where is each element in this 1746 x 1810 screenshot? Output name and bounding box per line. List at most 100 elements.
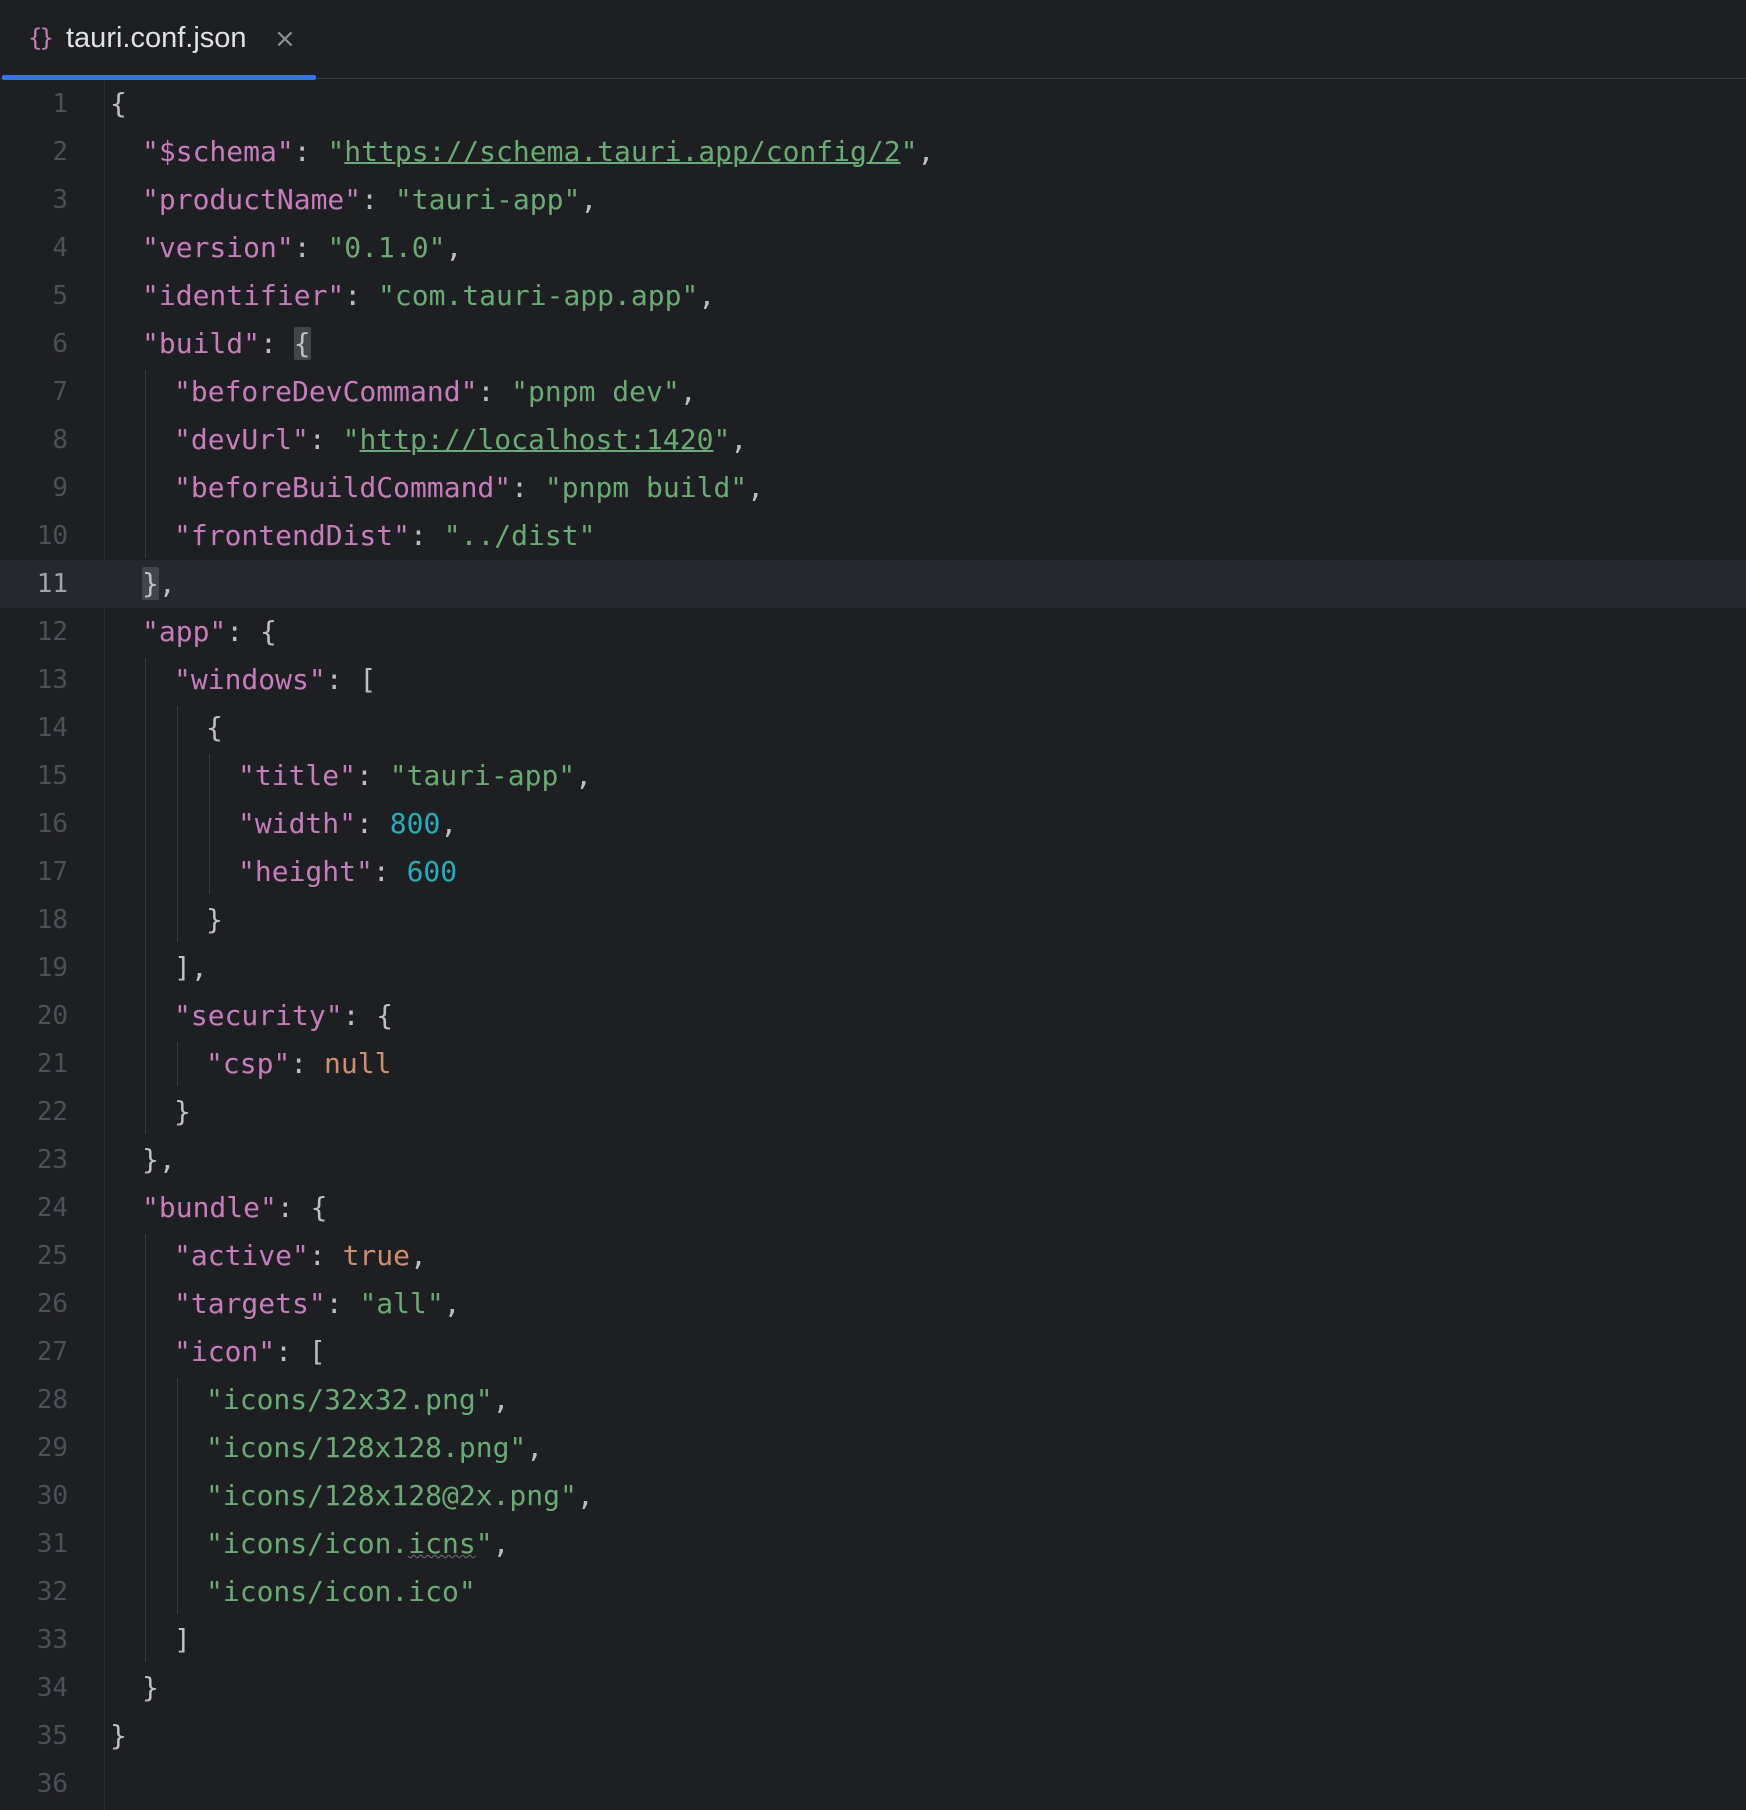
- code-line[interactable]: 11},: [0, 560, 1746, 608]
- code-token: :: [293, 231, 328, 264]
- close-icon[interactable]: ×: [274, 24, 296, 54]
- code-token: "build": [142, 327, 261, 360]
- code-line[interactable]: 23},: [0, 1136, 1746, 1184]
- code-token: "pnpm build": [544, 471, 748, 504]
- line-number[interactable]: 10: [0, 512, 68, 560]
- code-token: ": [713, 423, 731, 456]
- line-number[interactable]: 9: [0, 464, 68, 512]
- line-number[interactable]: 16: [0, 800, 68, 848]
- line-number[interactable]: 5: [0, 272, 68, 320]
- line-number[interactable]: 35: [0, 1712, 68, 1760]
- code-line[interactable]: 13 "windows": [: [0, 656, 1746, 704]
- line-number[interactable]: 7: [0, 368, 68, 416]
- line-number[interactable]: 23: [0, 1136, 68, 1184]
- line-number[interactable]: 19: [0, 944, 68, 992]
- code-token: : {: [276, 1191, 328, 1224]
- code-token: ,: [440, 807, 458, 840]
- line-number[interactable]: 2: [0, 128, 68, 176]
- code-line[interactable]: 35}: [0, 1712, 1746, 1760]
- code-line[interactable]: 27 "icon": [: [0, 1328, 1746, 1376]
- line-content: "icon": [: [174, 1328, 326, 1376]
- code-token: },: [142, 1143, 176, 1176]
- code-line[interactable]: 2 "$schema": "https://schema.tauri.app/co…: [0, 128, 1746, 176]
- code-line[interactable]: 15 "title": "tauri-app",: [0, 752, 1746, 800]
- code-line[interactable]: 1{: [0, 80, 1746, 128]
- code-line[interactable]: 26 "targets": "all",: [0, 1280, 1746, 1328]
- line-number[interactable]: 27: [0, 1328, 68, 1376]
- code-token: :: [308, 1239, 343, 1272]
- code-line[interactable]: 34}: [0, 1664, 1746, 1712]
- line-number[interactable]: 24: [0, 1184, 68, 1232]
- code-token: }: [110, 1719, 127, 1752]
- line-number[interactable]: 14: [0, 704, 68, 752]
- code-line[interactable]: 30 "icons/128x128@2x.png",: [0, 1472, 1746, 1520]
- line-number[interactable]: 18: [0, 896, 68, 944]
- line-number[interactable]: 12: [0, 608, 68, 656]
- code-line[interactable]: 24 "bundle": {: [0, 1184, 1746, 1232]
- line-number[interactable]: 4: [0, 224, 68, 272]
- tab-label: tauri.conf.json: [66, 22, 247, 54]
- code-line[interactable]: 5 "identifier": "com.tauri-app.app",: [0, 272, 1746, 320]
- line-number[interactable]: 30: [0, 1472, 68, 1520]
- line-number[interactable]: 25: [0, 1232, 68, 1280]
- code-line[interactable]: 16 "width": 800,: [0, 800, 1746, 848]
- line-number[interactable]: 26: [0, 1280, 68, 1328]
- line-number[interactable]: 3: [0, 176, 68, 224]
- line-content: "bundle": {: [142, 1184, 327, 1232]
- code-token: https://schema.tauri.app/config/2: [344, 135, 901, 168]
- line-number[interactable]: 13: [0, 656, 68, 704]
- line-number[interactable]: 11: [0, 560, 68, 608]
- code-token: ],: [174, 951, 208, 984]
- line-number[interactable]: 34: [0, 1664, 68, 1712]
- code-editor[interactable]: 1{2 "$schema": "https://schema.tauri.app/…: [0, 80, 1746, 1810]
- line-number[interactable]: 32: [0, 1568, 68, 1616]
- code-line[interactable]: 7 "beforeDevCommand": "pnpm dev",: [0, 368, 1746, 416]
- code-line[interactable]: 28 "icons/32x32.png",: [0, 1376, 1746, 1424]
- code-line[interactable]: 3 "productName": "tauri-app",: [0, 176, 1746, 224]
- line-content: "icons/icon.ico": [206, 1568, 476, 1616]
- code-line[interactable]: 29 "icons/128x128.png",: [0, 1424, 1746, 1472]
- line-number[interactable]: 6: [0, 320, 68, 368]
- code-token: ,: [445, 231, 463, 264]
- code-line[interactable]: 17 "height": 600: [0, 848, 1746, 896]
- code-line[interactable]: 10 "frontendDist": "../dist": [0, 512, 1746, 560]
- line-number[interactable]: 8: [0, 416, 68, 464]
- code-line[interactable]: 33]: [0, 1616, 1746, 1664]
- line-number[interactable]: 20: [0, 992, 68, 1040]
- code-line[interactable]: 4 "version": "0.1.0",: [0, 224, 1746, 272]
- line-number[interactable]: 33: [0, 1616, 68, 1664]
- code-line[interactable]: 32 "icons/icon.ico": [0, 1568, 1746, 1616]
- code-line[interactable]: 20 "security": {: [0, 992, 1746, 1040]
- tab-tauri-conf-json[interactable]: {} tauri.conf.json ×: [2, 0, 316, 80]
- indent-guide: [177, 706, 178, 942]
- code-line[interactable]: 14 {: [0, 704, 1746, 752]
- line-number[interactable]: 15: [0, 752, 68, 800]
- line-number[interactable]: 36: [0, 1760, 68, 1808]
- code-line[interactable]: 21 "csp": null: [0, 1040, 1746, 1088]
- code-line[interactable]: 22}: [0, 1088, 1746, 1136]
- code-line[interactable]: 31 "icons/icon.icns",: [0, 1520, 1746, 1568]
- line-number[interactable]: 1: [0, 80, 68, 128]
- code-line[interactable]: 12 "app": {: [0, 608, 1746, 656]
- code-line[interactable]: 9 "beforeBuildCommand": "pnpm build",: [0, 464, 1746, 512]
- line-number[interactable]: 28: [0, 1376, 68, 1424]
- code-line[interactable]: 19],: [0, 944, 1746, 992]
- code-token: :: [511, 471, 545, 504]
- line-content: "build": {: [142, 320, 311, 368]
- code-line[interactable]: 36: [0, 1760, 1746, 1808]
- code-line[interactable]: 8 "devUrl": "http://localhost:1420",: [0, 416, 1746, 464]
- line-number[interactable]: 31: [0, 1520, 68, 1568]
- line-number[interactable]: 29: [0, 1424, 68, 1472]
- line-number[interactable]: 17: [0, 848, 68, 896]
- code-token: 800: [389, 807, 441, 840]
- code-token: "frontendDist": [174, 519, 411, 552]
- code-line[interactable]: 25 "active": true,: [0, 1232, 1746, 1280]
- code-token: "identifier": [142, 279, 345, 312]
- code-line[interactable]: 18}: [0, 896, 1746, 944]
- code-token: :: [344, 279, 379, 312]
- code-token: "beforeBuildCommand": [174, 471, 512, 504]
- code-line[interactable]: 6 "build": {: [0, 320, 1746, 368]
- line-number[interactable]: 22: [0, 1088, 68, 1136]
- line-number[interactable]: 21: [0, 1040, 68, 1088]
- code-token: "com.tauri-app.app": [378, 279, 699, 312]
